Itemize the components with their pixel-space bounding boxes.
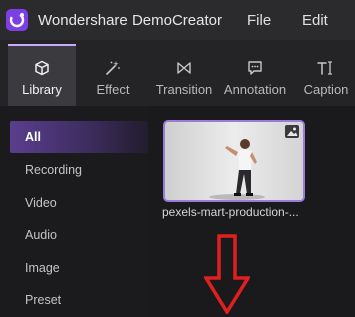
media-grid: pexels-mart-production-... — [148, 106, 355, 317]
tab-caption-label: Caption — [303, 82, 349, 97]
sidebar-item-all[interactable]: All — [10, 121, 148, 153]
sidebar-item-preset[interactable]: Preset — [10, 284, 148, 316]
tab-library-label: Library — [22, 82, 62, 97]
tab-annotation-label: Annotation — [223, 82, 287, 97]
sidebar-item-recording[interactable]: Recording — [10, 154, 148, 186]
down-arrow-icon — [204, 234, 250, 314]
library-panel: All Recording Video Audio Image Preset p… — [0, 106, 355, 317]
annotation-icon — [248, 61, 262, 75]
tab-annotation[interactable]: Annotation — [221, 46, 289, 106]
tab-transition[interactable]: Transition — [150, 46, 218, 106]
democreator-logo-icon — [6, 9, 28, 31]
transition-icon — [177, 62, 191, 74]
clip-name: pexels-mart-production-... — [162, 205, 299, 219]
cube-icon — [35, 60, 49, 76]
sidebar-item-video[interactable]: Video — [10, 187, 148, 219]
library-sidebar: All Recording Video Audio Image Preset — [0, 106, 148, 317]
app-title: Wondershare DemoCreator — [38, 12, 222, 29]
tab-bar: Library Effect Transition Annotation Cap… — [0, 40, 355, 106]
tab-transition-label: Transition — [155, 82, 213, 97]
caption-icon — [317, 61, 333, 75]
sidebar-item-image[interactable]: Image — [10, 252, 148, 284]
tab-library[interactable]: Library — [8, 44, 76, 106]
menu-edit[interactable]: Edit — [302, 12, 328, 29]
title-bar: Wondershare DemoCreator File Edit — [0, 0, 355, 40]
tab-caption[interactable]: Caption — [292, 46, 355, 106]
tab-effect[interactable]: Effect — [79, 46, 147, 106]
sidebar-item-audio[interactable]: Audio — [10, 219, 148, 251]
menu-file[interactable]: File — [247, 12, 271, 29]
image-icon — [285, 125, 299, 138]
clip-thumbnail — [165, 122, 303, 200]
tab-effect-label: Effect — [96, 82, 130, 97]
media-clip-card[interactable] — [163, 120, 305, 202]
magic-wand-icon — [106, 61, 120, 75]
